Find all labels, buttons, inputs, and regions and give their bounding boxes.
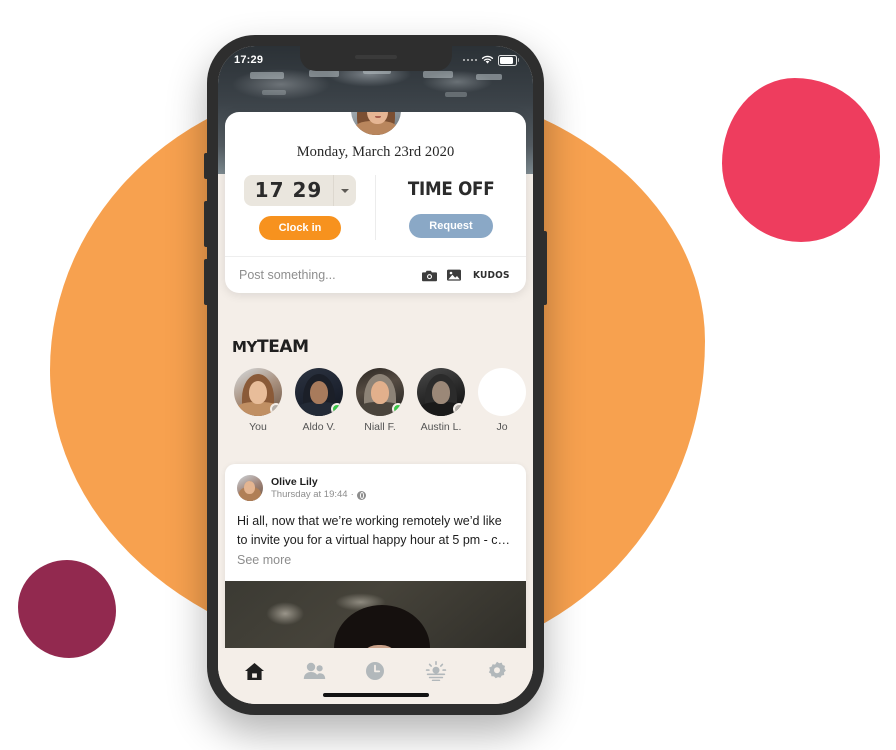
tab-settings[interactable] xyxy=(477,654,517,688)
dashboard-card: Monday, March 23rd 2020 17 29 Clock in T… xyxy=(225,112,526,293)
decorative-blob-pink xyxy=(722,78,880,242)
camera-icon[interactable] xyxy=(422,269,438,282)
decorative-blob-magenta xyxy=(18,560,116,658)
avatar[interactable] xyxy=(295,368,343,416)
team-member-austin[interactable]: Austin L. xyxy=(415,368,467,433)
avatar[interactable] xyxy=(237,475,263,502)
volume-up-button[interactable] xyxy=(204,201,207,247)
kudos-button[interactable]: KUDOS xyxy=(473,270,510,281)
power-button[interactable] xyxy=(544,231,547,305)
post-text: Hi all, now that we’re working remotely … xyxy=(225,505,526,581)
tab-people[interactable] xyxy=(295,654,335,688)
volume-down-button[interactable] xyxy=(204,259,207,305)
post-timestamp: Thursday at 19:44 xyxy=(271,489,348,501)
silent-switch[interactable] xyxy=(204,153,207,179)
time-dropdown-button[interactable] xyxy=(333,175,356,206)
post-input-placeholder[interactable]: Post something... xyxy=(239,268,412,282)
globe-icon xyxy=(356,491,366,501)
status-bar: 17:29 xyxy=(218,46,533,72)
team-member-label: Niall F. xyxy=(364,421,396,433)
page-canvas: 17:29 Monday, March 23rd 2020 17 29 Cloc… xyxy=(0,0,896,750)
team-member-aldo[interactable]: Aldo V. xyxy=(293,368,345,433)
post-meta-separator: · xyxy=(350,489,354,501)
post-author[interactable]: Olive Lily xyxy=(271,475,366,489)
status-badge xyxy=(453,403,465,415)
tab-clock[interactable] xyxy=(355,654,395,688)
people-icon xyxy=(304,662,326,679)
status-badge xyxy=(392,403,404,415)
see-more-link[interactable]: See more xyxy=(237,553,291,567)
my-team-title: MYTEAM xyxy=(218,337,533,357)
clock-in-button[interactable]: Clock in xyxy=(258,216,342,240)
avatar[interactable] xyxy=(356,368,404,416)
post-meta: Thursday at 19:44 · xyxy=(271,489,366,502)
avatar[interactable] xyxy=(417,368,465,416)
post-header: Olive Lily Thursday at 19:44 · xyxy=(225,464,526,505)
clock-minutes: 29 xyxy=(292,178,323,202)
post-composer[interactable]: Post something... KUDOS xyxy=(225,256,526,293)
battery-icon xyxy=(498,54,519,66)
home-icon xyxy=(244,662,264,680)
avatar[interactable] xyxy=(347,112,404,138)
team-member-label: Jo xyxy=(496,421,508,433)
weather-icon xyxy=(425,661,447,681)
team-members-row[interactable]: You Aldo V. Niall F. Austin L. Jo xyxy=(218,357,533,433)
feed-post: Olive Lily Thursday at 19:44 · Hi all, n… xyxy=(225,464,526,678)
tab-weather[interactable] xyxy=(416,654,456,688)
clock-in-column: 17 29 Clock in xyxy=(225,175,376,240)
phone-mockup: 17:29 Monday, March 23rd 2020 17 29 Cloc… xyxy=(204,35,547,715)
tab-home[interactable] xyxy=(234,654,274,688)
time-off-title: TIME OFF xyxy=(407,178,495,200)
time-off-column: TIME OFF Request xyxy=(376,175,526,240)
avatar[interactable] xyxy=(478,368,526,416)
chevron-down-icon xyxy=(341,188,350,193)
clock-timeoff-row: 17 29 Clock in TIME OFF Request xyxy=(225,161,526,256)
team-member-you[interactable]: You xyxy=(232,368,284,433)
avatar[interactable] xyxy=(234,368,282,416)
status-bar-time: 17:29 xyxy=(234,54,264,66)
request-time-off-button[interactable]: Request xyxy=(409,213,493,238)
status-badge xyxy=(331,403,343,415)
post-body-text: Hi all, now that we’re working remotely … xyxy=(237,513,511,548)
signal-dots-icon xyxy=(462,58,477,62)
wifi-icon xyxy=(481,55,494,64)
team-member-niall[interactable]: Niall F. xyxy=(354,368,406,433)
team-member-label: Austin L. xyxy=(420,421,462,433)
my-team-section: MYTEAM You Aldo V. Niall F. Austin L. Jo xyxy=(218,337,533,433)
time-display[interactable]: 17 29 xyxy=(243,175,357,206)
status-badge xyxy=(270,403,282,415)
phone-screen: 17:29 Monday, March 23rd 2020 17 29 Cloc… xyxy=(218,46,533,704)
team-member-jo[interactable]: Jo xyxy=(476,368,528,433)
team-member-label: Aldo V. xyxy=(302,421,336,433)
my-team-title-main: TEAM xyxy=(257,337,309,357)
photo-icon[interactable] xyxy=(447,269,462,281)
home-indicator[interactable] xyxy=(322,693,429,697)
team-member-label: You xyxy=(249,421,267,433)
clock-hours: 17 xyxy=(254,178,285,202)
gear-icon xyxy=(488,661,506,679)
my-team-title-prefix: MY xyxy=(232,338,257,356)
clock-icon xyxy=(366,662,385,680)
